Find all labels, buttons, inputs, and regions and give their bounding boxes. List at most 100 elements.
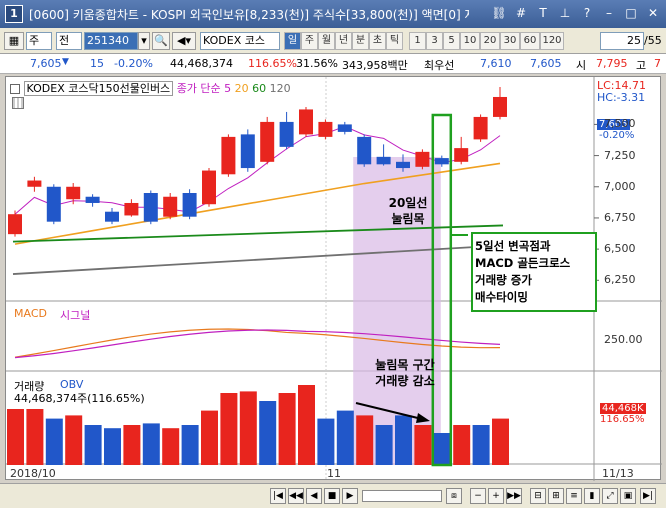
- split-icon[interactable]: ▣: [620, 488, 636, 504]
- prev-icon[interactable]: ◀: [306, 488, 322, 504]
- period-button-0[interactable]: 일: [284, 32, 301, 50]
- candle-body: [357, 136, 372, 165]
- volume-bar: [278, 393, 296, 465]
- y-tick-label: 6,500: [604, 242, 636, 256]
- volume-bar: [45, 418, 63, 465]
- candle-body: [105, 211, 119, 222]
- volume-bar: [414, 425, 432, 465]
- candle-body: [434, 158, 449, 165]
- sound-icon[interactable]: ◀▾: [172, 32, 196, 50]
- ma20-label: 20: [234, 82, 249, 95]
- volume-bar: [336, 410, 354, 465]
- prev-page-icon[interactable]: ◀◀: [288, 488, 304, 504]
- y-tick-label: 6,250: [604, 273, 636, 287]
- close-icon[interactable]: ✕: [644, 4, 662, 22]
- period-button-2[interactable]: 월: [318, 32, 335, 50]
- zoom-out-icon[interactable]: −: [470, 488, 486, 504]
- y-tick-label: 7,500: [604, 117, 636, 131]
- candle-body: [454, 148, 469, 162]
- stock-type-select[interactable]: 주: [26, 32, 52, 50]
- macd-tick: 250.00: [604, 333, 643, 346]
- volume-bar: [123, 425, 141, 465]
- candle-body: [182, 193, 197, 217]
- y-tick-label: 7,000: [604, 179, 636, 193]
- next-icon[interactable]: ▶: [342, 488, 358, 504]
- volume-bar: [162, 428, 180, 465]
- hash-icon[interactable]: #: [512, 4, 530, 22]
- volume-bar: [356, 415, 374, 465]
- period-button-6[interactable]: 틱: [386, 32, 403, 50]
- first-page-icon[interactable]: |◀: [270, 488, 286, 504]
- settings-grid-icon[interactable]: [12, 97, 24, 109]
- scroll-track[interactable]: [362, 490, 442, 502]
- best-ask-label: 최우선: [424, 59, 455, 72]
- candle-body: [221, 136, 236, 175]
- candle-body: [163, 196, 178, 217]
- bar-icon[interactable]: ▮: [584, 488, 600, 504]
- period-button-1[interactable]: 주: [301, 32, 318, 50]
- x-label-start: 2018/10: [10, 467, 56, 480]
- interval-button-10[interactable]: 10: [460, 32, 480, 50]
- period-button-4[interactable]: 분: [352, 32, 369, 50]
- macd-label[interactable]: MACD: [14, 307, 47, 320]
- menu-icon[interactable]: ≡: [566, 488, 582, 504]
- search-icon[interactable]: 🔍: [152, 32, 170, 50]
- candle-body: [85, 196, 100, 203]
- volume-bar: [395, 415, 412, 465]
- t-icon[interactable]: T: [534, 4, 552, 22]
- volume-bar: [26, 409, 44, 465]
- page-input[interactable]: 25: [600, 32, 644, 50]
- compare-icon[interactable]: ⊞: [548, 488, 564, 504]
- stock-code-input[interactable]: 251340: [84, 32, 138, 50]
- volume-bar: [433, 433, 451, 465]
- last-page-icon[interactable]: ▶|: [640, 488, 656, 504]
- signal-label[interactable]: 시그널: [60, 307, 90, 323]
- help-icon[interactable]: ?: [578, 4, 596, 22]
- minimize-icon[interactable]: –: [600, 4, 618, 22]
- volume-value: 44,468,374: [170, 57, 233, 70]
- legend-box-icon[interactable]: [10, 84, 20, 94]
- page-total: /55: [644, 34, 662, 47]
- scroll-thumb-icon[interactable]: ⧈: [446, 488, 462, 504]
- interval-button-30[interactable]: 30: [500, 32, 520, 50]
- candle-body: [279, 121, 294, 147]
- candle-body: [66, 186, 81, 200]
- best-ask: 7,610: [480, 57, 512, 70]
- market-select[interactable]: 전: [56, 32, 82, 50]
- current-pct-tag: -0.20%: [599, 130, 635, 141]
- volume-bar: [181, 425, 199, 465]
- interval-button-20[interactable]: 20: [480, 32, 500, 50]
- period-button-5[interactable]: 초: [369, 32, 386, 50]
- chart-area[interactable]: KODEX 코스닥150선물인버스 종가 단순 5 20 60 120 LC:1…: [5, 76, 662, 481]
- chart-name[interactable]: KODEX 코스닥150선물인버스: [23, 81, 174, 96]
- volume-bar: [65, 415, 83, 465]
- candle-body: [337, 124, 352, 132]
- dropdown-icon[interactable]: ▾: [138, 32, 150, 50]
- next-page-icon[interactable]: ▶▶: [506, 488, 522, 504]
- stock-name-field[interactable]: KODEX 코스: [200, 32, 280, 50]
- interval-button-1[interactable]: 1: [409, 32, 426, 50]
- x-label-end: 11/13: [602, 467, 634, 480]
- candle-body: [46, 186, 61, 222]
- stop-icon[interactable]: ■: [324, 488, 340, 504]
- link-icon[interactable]: ⛓: [490, 4, 508, 22]
- chart-toolbar: ▦ 주 전 251340 ▾ 🔍 ◀▾ KODEX 코스 25 /55 일주월년…: [0, 28, 666, 54]
- expand-icon[interactable]: ⤢: [602, 488, 618, 504]
- interval-button-3[interactable]: 3: [426, 32, 443, 50]
- fit-icon[interactable]: ⊟: [530, 488, 546, 504]
- pullback-annotation: 20일선 눌림목: [388, 196, 428, 226]
- interval-button-5[interactable]: 5: [443, 32, 460, 50]
- open-label: 시: [576, 59, 587, 72]
- candle-body: [260, 121, 275, 162]
- maximize-icon[interactable]: □: [622, 4, 640, 22]
- zoom-in-icon[interactable]: +: [488, 488, 504, 504]
- ma-label[interactable]: 종가 단순: [177, 82, 221, 95]
- candle-body: [299, 109, 313, 135]
- interval-button-60[interactable]: 60: [520, 32, 540, 50]
- interval-button-120[interactable]: 120: [540, 32, 564, 50]
- volume-annotation: 눌림목 구간 거래량 감소: [375, 358, 435, 388]
- window-title: [0600] 키움종합차트 - KOSPI 외국인보유[8,233(천)] 주식…: [29, 7, 469, 22]
- pin-icon[interactable]: ⊥: [556, 4, 574, 22]
- period-button-3[interactable]: 년: [335, 32, 352, 50]
- grid-menu-icon[interactable]: ▦: [4, 32, 24, 50]
